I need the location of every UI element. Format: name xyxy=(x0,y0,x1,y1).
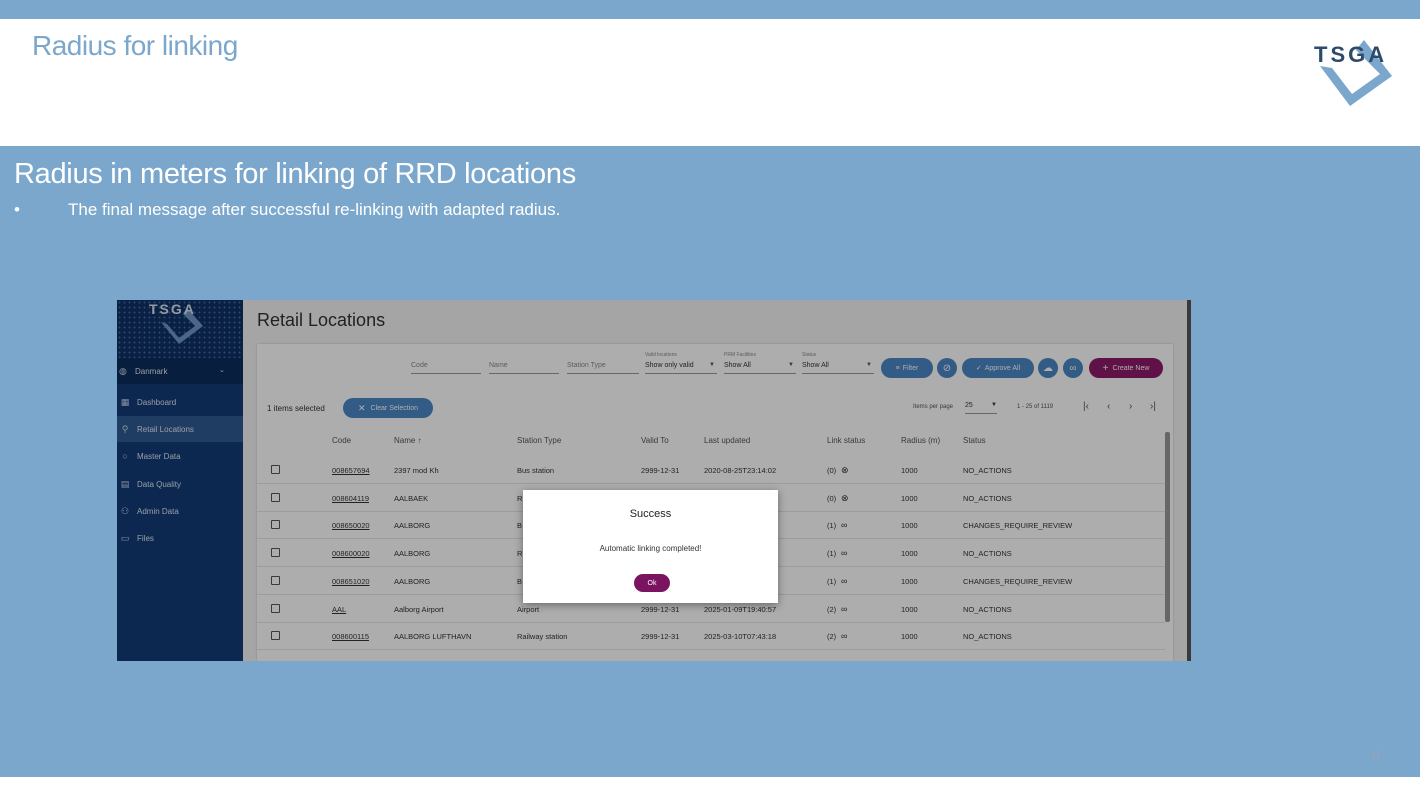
slide-subtitle: Radius in meters for linking of RRD loca… xyxy=(14,158,576,190)
logo-text: TSGA xyxy=(1314,42,1387,67)
modal-backdrop[interactable] xyxy=(117,300,1191,661)
slide-title: Radius for linking xyxy=(32,30,238,61)
bullet-symbol: • xyxy=(14,200,20,219)
success-dialog: Success Automatic linking completed! Ok xyxy=(523,490,778,603)
app-screenshot: TSGA ◍ Danmark ⌄ ▦ Dashboard ⚲ Retail Lo… xyxy=(117,300,1191,661)
page-number: 6 xyxy=(1372,748,1381,765)
dialog-title: Success xyxy=(629,508,672,520)
bullet-text: The final message after successful re-li… xyxy=(68,200,561,219)
ok-button[interactable]: Ok xyxy=(634,574,670,592)
tsga-logo: TSGA xyxy=(1314,40,1392,106)
top-strip xyxy=(0,0,1420,19)
dialog-message: Automatic linking completed! xyxy=(599,544,702,553)
bottom-strip xyxy=(0,777,1420,799)
